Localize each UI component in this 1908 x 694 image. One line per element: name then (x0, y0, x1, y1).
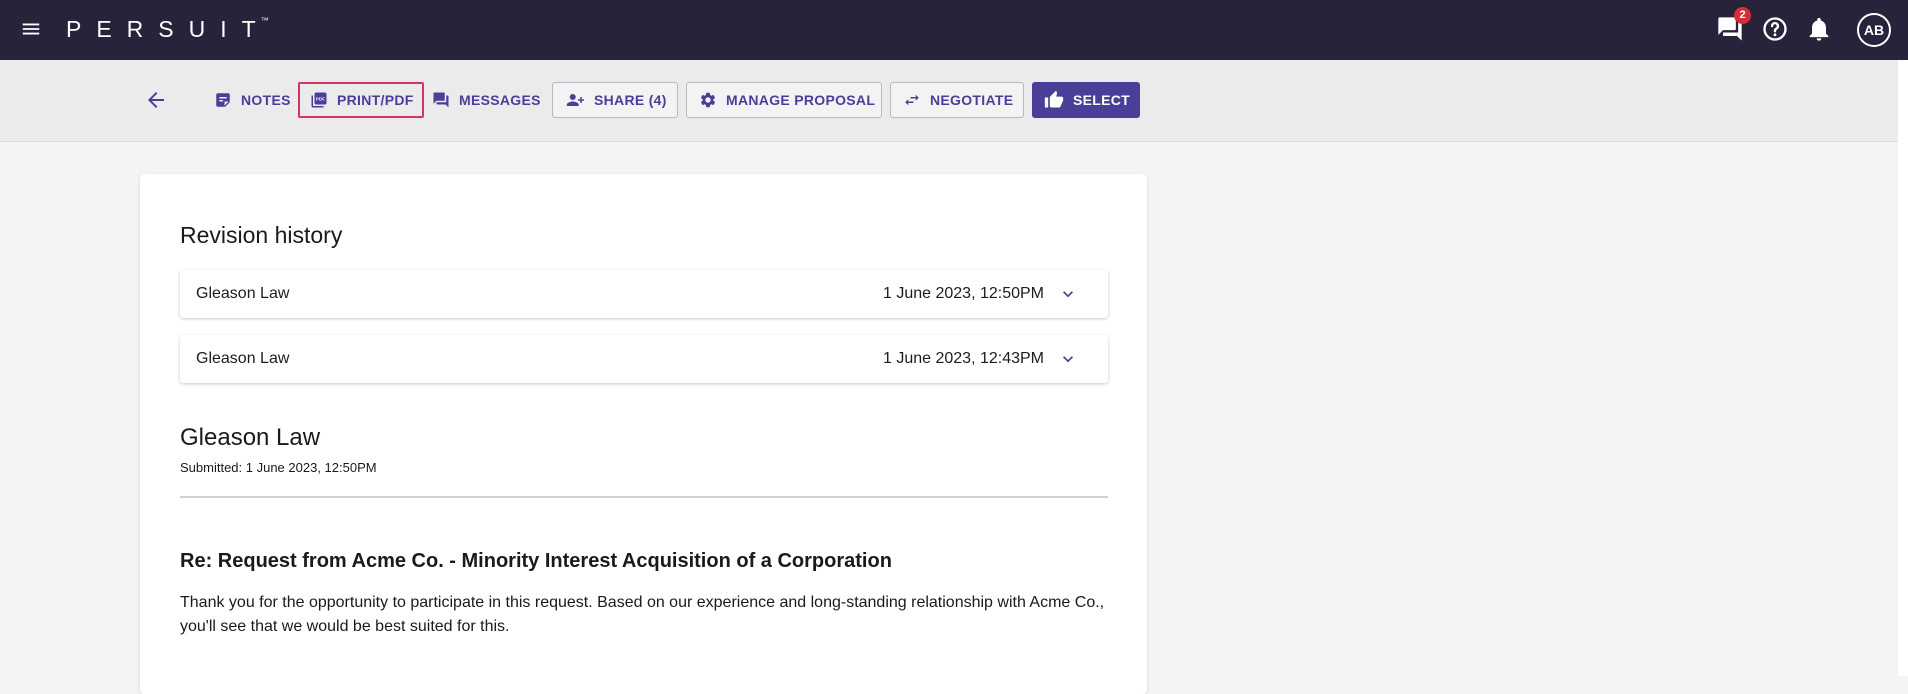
submitted-timestamp: Submitted: 1 June 2023, 12:50PM (180, 460, 377, 475)
select-button[interactable]: SELECT (1032, 82, 1140, 118)
chevron-down-icon[interactable] (1058, 284, 1078, 304)
swap-icon (905, 94, 919, 106)
gear-icon (700, 92, 716, 108)
chevron-down-icon[interactable] (1058, 349, 1078, 369)
messages-label: MESSAGES (459, 92, 541, 108)
select-label: SELECT (1073, 92, 1131, 108)
proposal-body: Thank you for the opportunity to partici… (180, 594, 1105, 635)
svg-text:PDF: PDF (316, 96, 325, 101)
thumbs-up-icon (1044, 90, 1064, 108)
firm-name-heading: Gleason Law (180, 424, 321, 451)
section-divider (180, 496, 1108, 498)
share-button[interactable]: SHARE (4) (552, 82, 678, 118)
revision-firm: Gleason Law (196, 350, 290, 367)
user-avatar[interactable]: AB (1857, 13, 1891, 47)
print-pdf-button[interactable]: PDF PRINT/PDF (298, 82, 424, 118)
messages-icon (433, 92, 449, 108)
print-pdf-label: PRINT/PDF (337, 92, 414, 108)
back-arrow-icon[interactable] (144, 88, 168, 112)
notes-icon (216, 93, 230, 107)
revision-history-heading: Revision history (180, 222, 343, 248)
revision-row[interactable]: Gleason Law 1 June 2023, 12:43PM (180, 335, 1108, 383)
help-icon[interactable] (1761, 15, 1789, 43)
bell-icon[interactable] (1805, 15, 1833, 43)
proposal-subject: Re: Request from Acme Co. - Minority Int… (180, 550, 892, 572)
manage-proposal-label: MANAGE PROPOSAL (726, 92, 876, 108)
revision-date: 1 June 2023, 12:50PM (882, 285, 1044, 302)
negotiate-button[interactable]: NEGOTIATE (890, 82, 1024, 118)
messages-count-badge: 2 (1734, 7, 1751, 24)
right-edge-strip (1898, 60, 1908, 676)
app-top-bar: PERSUIT™ 2 AB (0, 0, 1908, 60)
share-label: SHARE (4) (594, 92, 667, 108)
revision-date: 1 June 2023, 12:43PM (882, 350, 1044, 367)
persuit-logo[interactable]: PERSUIT™ (66, 13, 279, 45)
pdf-icon: PDF (311, 92, 327, 108)
proposal-card: Revision history Gleason Law 1 June 2023… (140, 174, 1147, 694)
menu-icon[interactable] (20, 18, 42, 40)
messages-button[interactable]: MESSAGES (420, 82, 553, 118)
notes-label: NOTES (241, 92, 291, 108)
revision-firm: Gleason Law (196, 285, 290, 302)
add-user-icon (566, 94, 584, 106)
notes-button[interactable]: NOTES (202, 82, 303, 118)
revision-row[interactable]: Gleason Law 1 June 2023, 12:50PM (180, 270, 1108, 318)
manage-proposal-button[interactable]: MANAGE PROPOSAL (686, 82, 882, 118)
negotiate-label: NEGOTIATE (930, 92, 1014, 108)
